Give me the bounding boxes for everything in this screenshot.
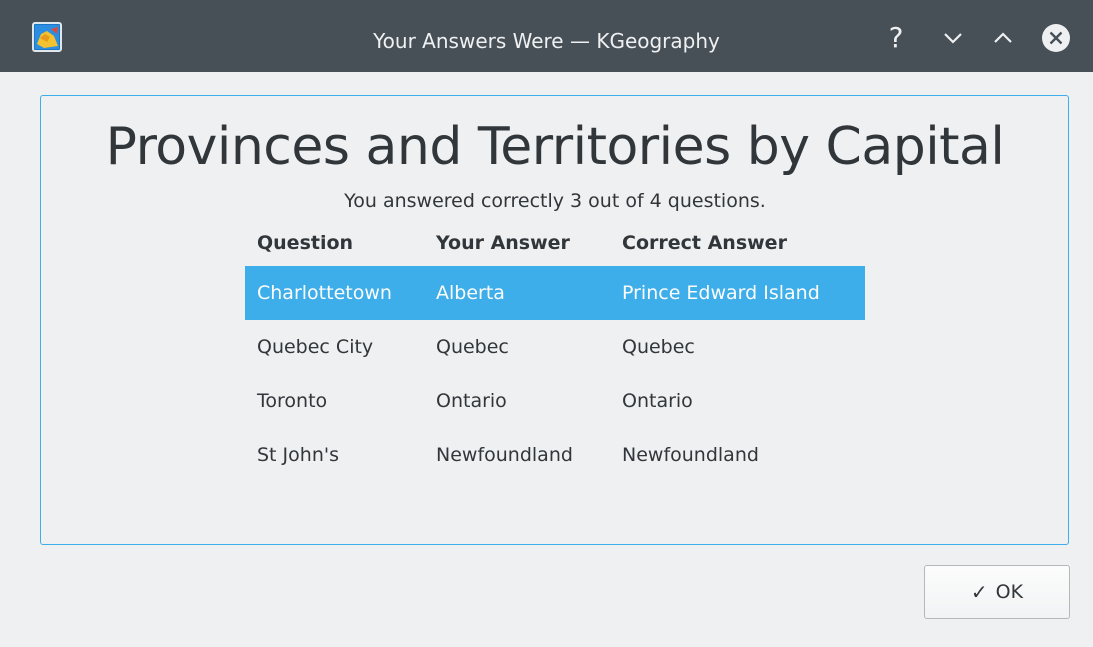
table-row[interactable]: Charlottetown Alberta Prince Edward Isla… (245, 266, 865, 320)
correct-answer-cell: Prince Edward Island (622, 282, 820, 304)
table-row[interactable]: Quebec City Quebec Quebec (245, 320, 865, 374)
dialog-window: Your Answers Were — KGeography ? Provinc… (0, 0, 1093, 647)
help-icon: ? (888, 21, 904, 54)
minimize-button[interactable] (937, 22, 969, 54)
title-bar[interactable]: Your Answers Were — KGeography ? (0, 0, 1093, 72)
ok-button[interactable]: ✓ OK (924, 565, 1070, 619)
results-table[interactable]: Question Your Answer Correct Answer Char… (245, 226, 865, 482)
your-answer-cell: Quebec (436, 336, 509, 358)
close-button[interactable] (1040, 22, 1072, 54)
correct-answer-cell: Quebec (622, 336, 695, 358)
column-header-question: Question (257, 232, 354, 254)
table-header: Question Your Answer Correct Answer (245, 226, 865, 266)
checkmark-icon: ✓ (970, 580, 988, 604)
question-cell: Quebec City (257, 336, 374, 358)
your-answer-cell: Alberta (436, 282, 505, 304)
maximize-chevron-up-icon (994, 32, 1012, 43)
column-header-correct-answer: Correct Answer (622, 232, 787, 254)
column-header-your-answer: Your Answer (436, 232, 570, 254)
question-cell: St John's (257, 444, 339, 466)
correct-answer-cell: Ontario (622, 390, 693, 412)
correct-answer-cell: Newfoundland (622, 444, 759, 466)
question-cell: Toronto (257, 390, 328, 412)
your-answer-cell: Newfoundland (436, 444, 573, 466)
help-button[interactable]: ? (880, 22, 912, 54)
table-row[interactable]: Toronto Ontario Ontario (245, 374, 865, 428)
maximize-button[interactable] (987, 22, 1019, 54)
table-row[interactable]: St John's Newfoundland Newfoundland (245, 428, 865, 482)
window-title: Your Answers Were — KGeography (373, 29, 720, 53)
quiz-title: Provinces and Territories by Capital (105, 117, 1005, 177)
score-summary: You answered correctly 3 out of 4 questi… (344, 190, 766, 212)
ok-button-label: OK (995, 581, 1024, 603)
minimize-chevron-down-icon (944, 33, 962, 44)
close-circle-icon (1042, 24, 1070, 52)
your-answer-cell: Ontario (436, 390, 507, 412)
question-cell: Charlottetown (257, 282, 392, 304)
